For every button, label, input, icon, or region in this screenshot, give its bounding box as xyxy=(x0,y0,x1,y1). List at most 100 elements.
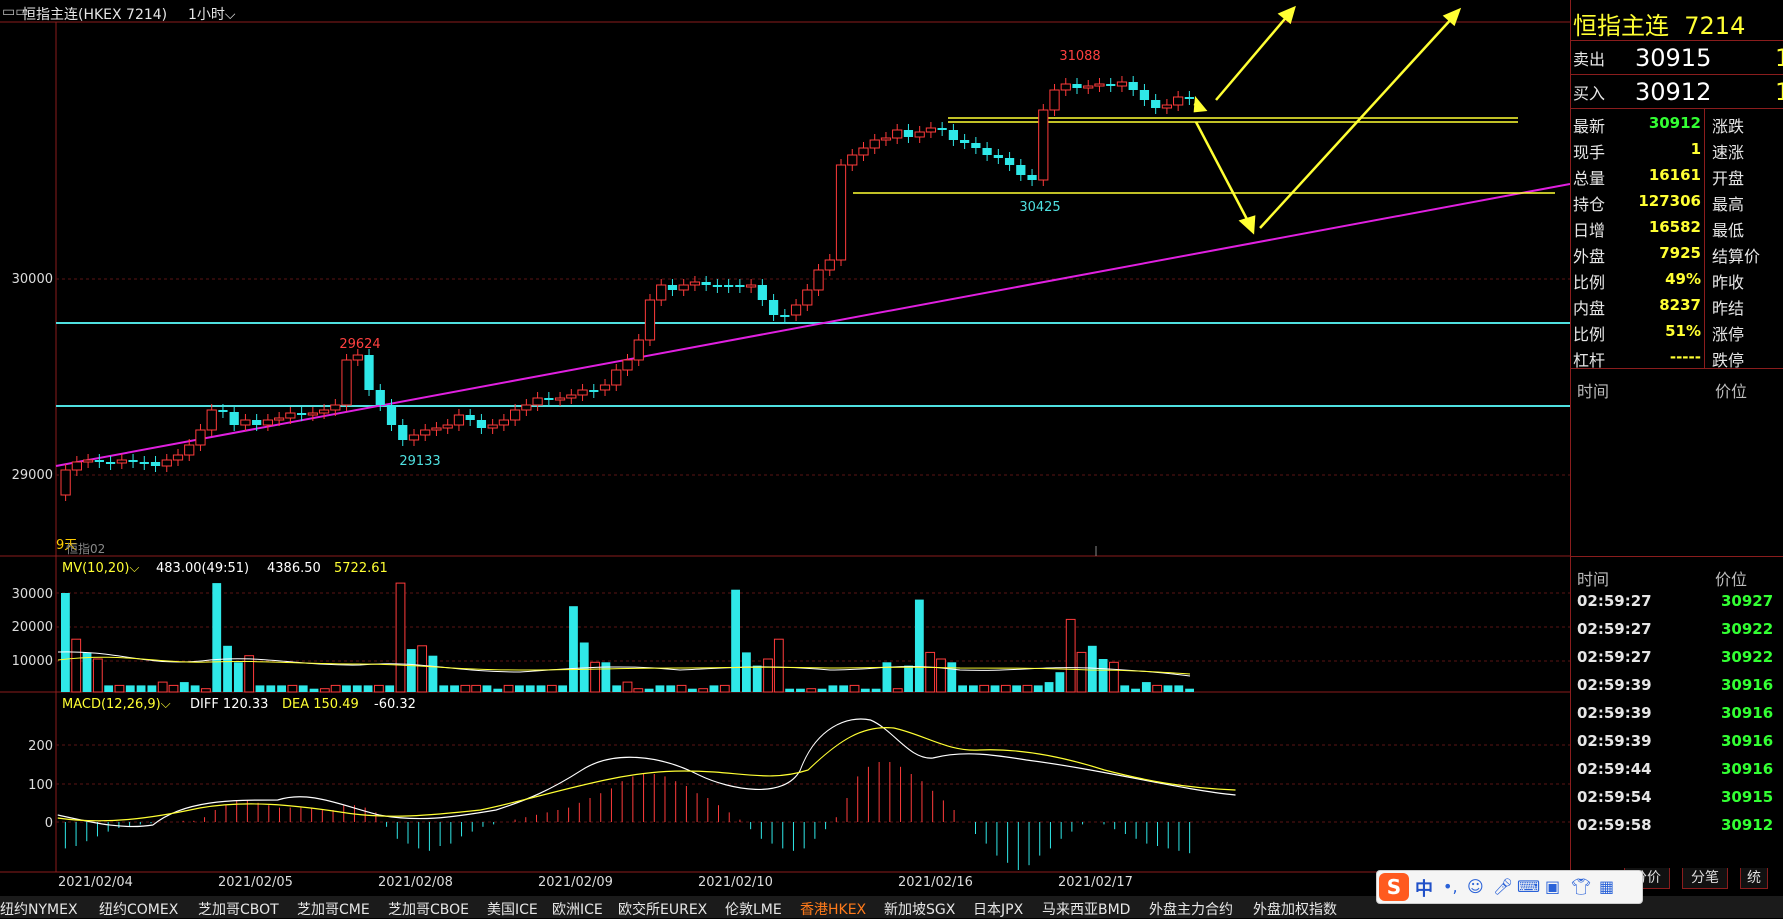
date-label: 2021/02/10 xyxy=(698,875,773,890)
grid-menu-icon[interactable]: ▦ xyxy=(1599,877,1614,896)
candle xyxy=(116,459,127,464)
volume-bar xyxy=(796,688,805,692)
volume-bar xyxy=(839,685,849,692)
candle xyxy=(790,304,802,316)
candle xyxy=(386,405,397,425)
tools-icon[interactable]: ▣ xyxy=(1545,877,1560,896)
forecast-arrows xyxy=(1193,5,1462,235)
stat-label: 总量 xyxy=(1573,169,1606,188)
volume-bar xyxy=(493,688,503,692)
volume-bar xyxy=(439,685,449,692)
tab-fenbi[interactable]: 分笔 xyxy=(1682,868,1728,889)
buy-price: 30912 xyxy=(1635,78,1712,106)
volume-bar xyxy=(190,685,200,692)
sogou-logo-icon[interactable]: S xyxy=(1379,873,1409,901)
volume-bar xyxy=(1055,672,1065,692)
volume-bar xyxy=(785,688,795,692)
volume-bar xyxy=(546,684,557,693)
candle xyxy=(644,299,656,341)
tick-time: 02:59:39 xyxy=(1577,704,1652,722)
date-label: 2021/02/04 xyxy=(58,875,133,890)
candle xyxy=(780,315,790,317)
ime-language[interactable]: 中 xyxy=(1415,875,1433,901)
volume-bar xyxy=(168,684,179,693)
stat-value: 8237 xyxy=(1659,296,1701,314)
candle xyxy=(150,462,161,466)
exchange-tab[interactable]: 欧交所EUREX xyxy=(618,899,707,919)
exchange-tab[interactable]: 纽约NYMEX xyxy=(0,899,78,919)
volume-bar xyxy=(233,662,243,692)
volume-bar xyxy=(1087,645,1097,692)
quote-panel: 恒指主连 7214 卖出 30915 1 买入 30912 1 最新 30912 涨… xyxy=(1570,0,1783,880)
microphone-icon[interactable]: 🎤︎ xyxy=(1493,877,1513,896)
volume-bar xyxy=(892,688,903,693)
volume-bar xyxy=(406,649,416,692)
tick-time: 02:59:39 xyxy=(1577,676,1652,694)
keyboard-icon[interactable]: ⌨ xyxy=(1517,877,1540,896)
macd-tick: 0 xyxy=(45,816,53,831)
exchange-tab[interactable]: 芝加哥CBOE xyxy=(388,899,469,919)
skin-icon[interactable]: 👕︎ xyxy=(1571,877,1591,896)
volume-indicator[interactable]: MV(10,20)⌵ xyxy=(62,561,139,576)
exchange-tab[interactable]: 马来西亚BMD xyxy=(1042,899,1130,919)
volume-bar xyxy=(1033,685,1043,692)
tick-price: 30915 xyxy=(1721,788,1774,806)
volume-bar xyxy=(125,685,135,692)
candle xyxy=(869,139,880,149)
exchange-tab[interactable]: 纽约COMEX xyxy=(99,899,178,919)
kline-chart[interactable]: 30000 29000 30000 20000 10000 200 100 0 … xyxy=(0,0,1570,896)
volume-bar xyxy=(1065,618,1076,693)
exchange-tab[interactable]: 芝加哥CME xyxy=(297,899,370,919)
stat-label: 最高 xyxy=(1712,195,1745,214)
volume-bar xyxy=(622,681,633,693)
candle xyxy=(960,140,970,143)
candle xyxy=(296,413,307,415)
date-label: 2021/02/08 xyxy=(378,875,453,890)
stat-label: 昨结 xyxy=(1712,299,1745,318)
exchange-tab[interactable]: 外盘主力合约 xyxy=(1149,899,1233,919)
macd-indicator[interactable]: MACD(12,26,9)⌵ xyxy=(62,697,171,712)
tick-price: 30916 xyxy=(1721,732,1774,750)
volume-bar xyxy=(871,688,881,692)
volume-bar xyxy=(147,685,157,692)
exchange-tab[interactable]: 新加坡SGX xyxy=(884,899,955,919)
exchange-tab[interactable]: 伦敦LME xyxy=(725,899,782,919)
volume-bar xyxy=(936,658,946,693)
ime-toolbar[interactable]: S 中 •, ☺ 🎤︎ ⌨ ▣ 👕︎ ▦ xyxy=(1376,870,1643,904)
ticks-time-header: 时间 xyxy=(1577,570,1610,589)
trend-line[interactable] xyxy=(55,183,1570,467)
volume-bar xyxy=(1012,685,1022,692)
tick-price: 30916 xyxy=(1721,760,1774,778)
candle xyxy=(184,444,195,456)
candle xyxy=(1049,89,1060,111)
punctuation-icon[interactable]: •, xyxy=(1443,877,1458,896)
volume-bar xyxy=(61,593,70,692)
volume-bar xyxy=(1120,685,1130,692)
exchange-tab[interactable]: 芝加哥CBOT xyxy=(198,899,279,919)
volume-bar xyxy=(1174,685,1184,692)
candle xyxy=(431,427,442,431)
candle xyxy=(330,404,341,411)
candle xyxy=(768,300,779,315)
exchange-tab[interactable]: 美国ICE xyxy=(487,899,538,919)
exchange-tab-active[interactable]: 香港HKEX xyxy=(800,899,866,919)
candle xyxy=(813,269,824,291)
stat-value: ----- xyxy=(1669,348,1701,366)
emoji-icon[interactable]: ☺ xyxy=(1467,877,1484,896)
candle xyxy=(274,417,285,421)
volume-bar xyxy=(687,688,697,692)
tab-tongji[interactable]: 统 xyxy=(1740,868,1768,889)
buy-volume: 1 xyxy=(1775,78,1783,106)
exchange-tab[interactable]: 欧洲ICE xyxy=(552,899,603,919)
exchange-tab[interactable]: 外盘加权指数 xyxy=(1253,899,1337,919)
exchange-tab[interactable]: 日本JPX xyxy=(973,899,1023,919)
candle xyxy=(835,164,847,261)
candle xyxy=(465,415,475,420)
stat-label: 日增 xyxy=(1573,221,1606,240)
sell-volume: 1 xyxy=(1775,44,1783,72)
ticks-price-header: 价位 xyxy=(1715,570,1748,589)
low-annotation: 29133 xyxy=(399,454,440,469)
candle xyxy=(1106,84,1116,86)
stat-value: 16582 xyxy=(1648,218,1701,236)
candle xyxy=(1139,90,1150,100)
